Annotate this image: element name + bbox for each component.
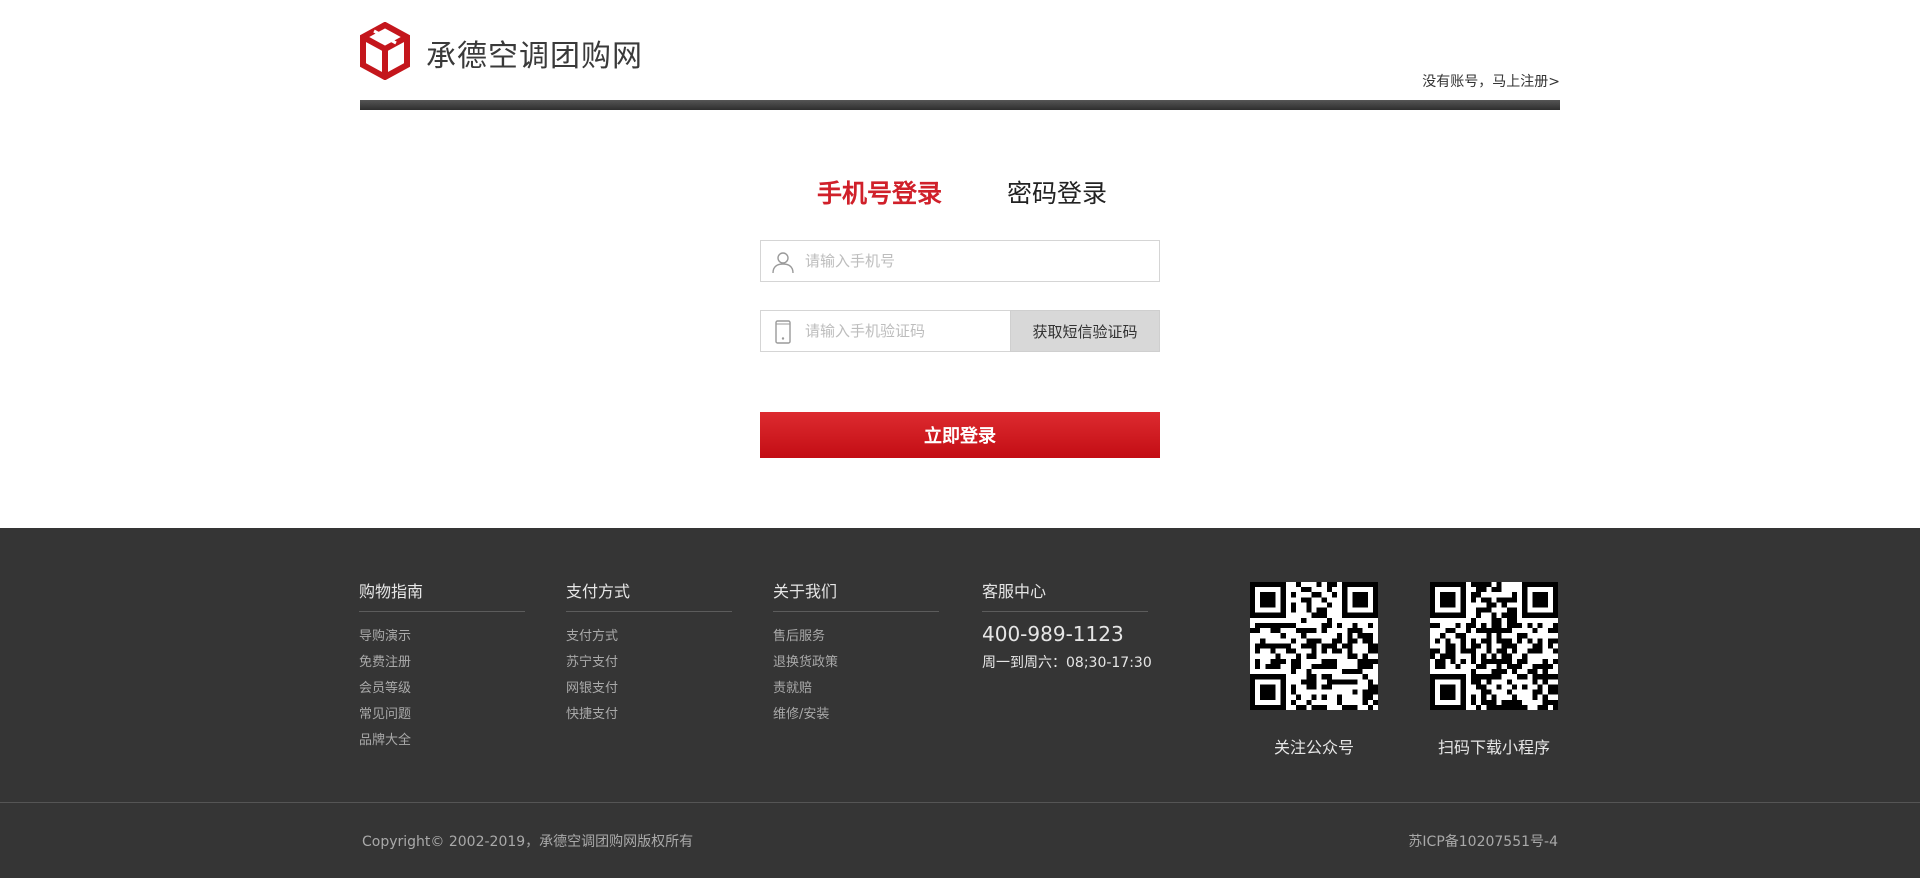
qr-caption: 扫码下载小程序 bbox=[1437, 738, 1550, 757]
tab-phone-login[interactable]: 手机号登录 bbox=[817, 174, 942, 210]
footer-link-list: 售后服务 退换货政策 责就赔 维修/安装 bbox=[773, 624, 939, 728]
footer-column-title: 关于我们 bbox=[773, 578, 939, 612]
footer-link[interactable]: 品牌大全 bbox=[359, 728, 525, 754]
tab-password-login[interactable]: 密码登录 bbox=[1007, 174, 1107, 210]
sms-code-input[interactable] bbox=[805, 312, 1005, 350]
footer: 购物指南 导购演示 免费注册 会员等级 常见问题 品牌大全 支付方式 支付方式 … bbox=[0, 528, 1920, 878]
mobile-phone-icon bbox=[775, 320, 791, 344]
site-name: 承德空调团购网 bbox=[426, 39, 643, 74]
footer-link[interactable]: 支付方式 bbox=[566, 624, 732, 650]
qr-code-icon bbox=[1250, 582, 1378, 710]
qr-caption: 关注公众号 bbox=[1273, 738, 1354, 757]
footer-link[interactable]: 导购演示 bbox=[359, 624, 525, 650]
footer-link[interactable]: 苏宁支付 bbox=[566, 650, 732, 676]
login-tabs: 手机号登录 密码登录 bbox=[760, 174, 1160, 210]
footer-column-shopping-guide: 购物指南 导购演示 免费注册 会员等级 常见问题 品牌大全 bbox=[359, 578, 525, 754]
footer-link[interactable]: 会员等级 bbox=[359, 676, 525, 702]
footer-link[interactable]: 常见问题 bbox=[359, 702, 525, 728]
copyright-text: Copyright© 2002-2019，承德空调团购网版权所有 bbox=[362, 834, 694, 850]
login-submit-button[interactable]: 立即登录 bbox=[760, 412, 1160, 458]
footer-column-title: 客服中心 bbox=[982, 578, 1148, 612]
footer-divider bbox=[0, 802, 1920, 803]
footer-link[interactable]: 快捷支付 bbox=[566, 702, 732, 728]
header-divider-bar bbox=[360, 100, 1560, 110]
footer-column-title: 购物指南 bbox=[359, 578, 525, 612]
service-hours: 周一到周六：08;30-17:30 bbox=[982, 655, 1152, 671]
footer-link[interactable]: 维修/安装 bbox=[773, 702, 939, 728]
footer-link-list: 导购演示 免费注册 会员等级 常见问题 品牌大全 bbox=[359, 624, 525, 754]
qr-code-icon bbox=[1430, 582, 1558, 710]
footer-link[interactable]: 责就赔 bbox=[773, 676, 939, 702]
service-phone-number: 400-989-1123 bbox=[982, 622, 1124, 646]
icp-license: 苏ICP备10207551号-4 bbox=[1408, 834, 1558, 850]
phone-field bbox=[760, 240, 1160, 282]
user-icon bbox=[772, 252, 794, 274]
footer-link[interactable]: 网银支付 bbox=[566, 676, 732, 702]
footer-link[interactable]: 退换货政策 bbox=[773, 650, 939, 676]
register-link[interactable]: 没有账号，马上注册> bbox=[1422, 71, 1560, 91]
footer-column-title: 支付方式 bbox=[566, 578, 732, 612]
sms-code-field: 获取短信验证码 bbox=[760, 310, 1160, 352]
footer-link[interactable]: 免费注册 bbox=[359, 650, 525, 676]
footer-column-customer-service: 客服中心 400-989-1123 周一到周六：08;30-17:30 bbox=[982, 578, 1152, 672]
footer-link-list: 支付方式 苏宁支付 网银支付 快捷支付 bbox=[566, 624, 732, 728]
header: 承德空调团购网 没有账号，马上注册> bbox=[360, 0, 1560, 110]
qr-mini-program: 扫码下载小程序 bbox=[1430, 582, 1558, 758]
cube-logo-icon[interactable] bbox=[360, 22, 410, 80]
footer-column-payment: 支付方式 支付方式 苏宁支付 网银支付 快捷支付 bbox=[566, 578, 732, 728]
get-sms-code-button[interactable]: 获取短信验证码 bbox=[1010, 310, 1160, 352]
phone-input[interactable] bbox=[805, 242, 1145, 280]
qr-official-account: 关注公众号 bbox=[1250, 582, 1378, 758]
footer-column-about-us: 关于我们 售后服务 退换货政策 责就赔 维修/安装 bbox=[773, 578, 939, 728]
footer-link[interactable]: 售后服务 bbox=[773, 624, 939, 650]
